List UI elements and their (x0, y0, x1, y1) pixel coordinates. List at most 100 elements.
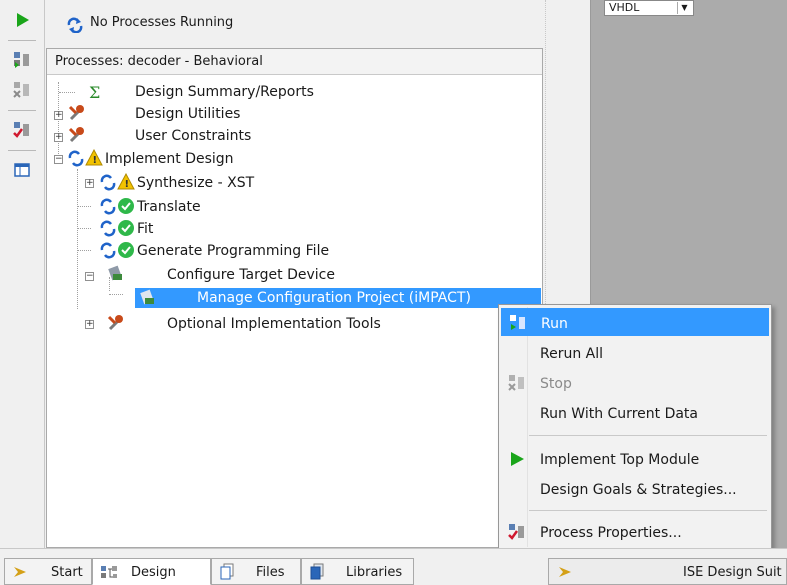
run-process-icon (510, 315, 525, 330)
tab-start[interactable]: Start (4, 558, 92, 585)
panel-tabs: Start Design Files Libraries ISE Design … (0, 548, 787, 585)
menu-item-label: Run With Current Data (540, 406, 698, 422)
device-icon (108, 265, 122, 281)
process-status-bar: No Processes Running (46, 8, 543, 40)
refresh-icon (100, 174, 116, 191)
tab-label: Design (131, 565, 176, 580)
refresh-icon (100, 220, 116, 237)
stop-process-icon (508, 375, 524, 391)
refresh-icon (68, 150, 84, 167)
processes-panel: Processes: decoder - Behavioral Σ Design… (46, 48, 543, 548)
svg-text:!: ! (125, 179, 130, 190)
menu-item-label: Design Goals & Strategies... (540, 482, 737, 498)
tree-item-fit[interactable]: Fit (47, 219, 537, 239)
tree-item-label: Implement Design (105, 151, 234, 167)
stop-process-icon[interactable] (10, 78, 34, 102)
expand-icon[interactable]: + (54, 133, 63, 142)
tree-item-manage-configuration-project[interactable]: Manage Configuration Project (iMPACT) (47, 288, 542, 308)
tree-item-user-constraints[interactable]: + User Constraints (47, 126, 537, 146)
tree-item-label: Design Summary/Reports (135, 84, 314, 100)
language-select[interactable]: VHDL ▼ (604, 0, 694, 16)
toolbar-separator (8, 40, 36, 41)
tree-item-implement-design[interactable]: − ! Implement Design (47, 149, 537, 169)
warning-icon: ! (117, 173, 135, 190)
tree-item-synthesize[interactable]: + ! Synthesize - XST (47, 173, 537, 193)
menu-item-label: Process Properties... (540, 525, 682, 541)
tab-libraries[interactable]: Libraries (301, 558, 414, 585)
tree-item-label: Optional Implementation Tools (167, 316, 381, 332)
expand-icon[interactable]: + (85, 320, 94, 329)
panel-title: Processes: decoder - Behavioral (47, 49, 542, 75)
menu-separator (529, 510, 767, 511)
svg-text:Σ: Σ (89, 83, 100, 101)
view-panel-icon[interactable] (10, 158, 34, 182)
menu-item-label: Run (541, 316, 568, 332)
run-play-icon[interactable] (10, 8, 34, 32)
warning-icon: ! (85, 149, 103, 166)
tab-design[interactable]: Design (92, 558, 211, 585)
menu-item-label: Rerun All (540, 346, 604, 362)
context-menu: Run Rerun All Stop Run With Current Data… (498, 304, 772, 550)
tree-item-design-utilities[interactable]: + Design Utilities (47, 104, 537, 124)
tree-item-configure-target-device[interactable]: − Configure Target Device (47, 265, 537, 285)
expand-icon[interactable]: + (85, 179, 94, 188)
menu-item-label: Implement Top Module (540, 452, 700, 468)
check-icon (118, 198, 134, 214)
menu-item-label: Stop (540, 376, 572, 392)
chevron-down-icon[interactable]: ▼ (677, 2, 691, 14)
expand-icon[interactable]: + (54, 111, 63, 120)
tree-item-label: Configure Target Device (167, 267, 335, 283)
refresh-icon (67, 17, 83, 33)
language-value: VHDL (609, 1, 640, 14)
tab-label: ISE Design Suit (683, 565, 782, 580)
tree-item-design-summary[interactable]: Σ Design Summary/Reports (47, 82, 537, 102)
tools-icon (68, 127, 84, 143)
tree-item-label: Fit (137, 221, 154, 237)
tree-item-label: Manage Configuration Project (iMPACT) (197, 290, 471, 306)
toolbar-separator (8, 110, 36, 111)
start-arrow-icon (14, 567, 26, 577)
menu-item-run[interactable]: Run (501, 308, 769, 336)
play-icon (511, 452, 524, 466)
sigma-icon: Σ (89, 83, 100, 101)
menu-item-rerun-all[interactable]: Rerun All (501, 339, 769, 367)
toolbar-separator (8, 150, 36, 151)
tree-item-optional-implementation-tools[interactable]: + Optional Implementation Tools (47, 314, 537, 334)
tab-label: Files (256, 565, 285, 580)
tree-item-label: Design Utilities (135, 106, 241, 122)
collapse-icon[interactable]: − (85, 272, 94, 281)
tree-item-translate[interactable]: Translate (47, 197, 537, 217)
tab-label: Start (51, 565, 83, 580)
process-properties-icon (508, 524, 524, 540)
menu-item-process-properties[interactable]: Process Properties... (501, 518, 769, 546)
refresh-icon (100, 198, 116, 215)
tree-item-generate-programming-file[interactable]: Generate Programming File (47, 241, 537, 261)
tools-icon (68, 105, 84, 121)
tools-icon (107, 315, 123, 331)
run-process-icon[interactable] (10, 48, 34, 72)
tree-item-label: Synthesize - XST (137, 175, 255, 191)
tab-label: Libraries (346, 565, 403, 580)
tab-files[interactable]: Files (211, 558, 301, 585)
tree-item-label: Translate (137, 199, 201, 215)
check-icon (118, 242, 134, 258)
refresh-icon (100, 242, 116, 259)
menu-item-implement-top-module[interactable]: Implement Top Module (501, 445, 769, 473)
design-hierarchy-icon (101, 566, 117, 578)
start-arrow-icon (559, 567, 571, 577)
tab-ise-design-suite[interactable]: ISE Design Suit (548, 558, 787, 585)
check-icon (118, 220, 134, 236)
files-icon (220, 563, 234, 580)
tree-item-label: Generate Programming File (137, 243, 330, 259)
tree-item-label: User Constraints (135, 128, 252, 144)
menu-separator (529, 435, 767, 436)
device-icon (140, 289, 154, 305)
menu-item-stop: Stop (501, 369, 769, 397)
status-text: No Processes Running (90, 15, 234, 30)
process-properties-icon[interactable] (10, 118, 34, 142)
menu-item-design-goals[interactable]: Design Goals & Strategies... (501, 475, 769, 503)
process-toolbar (0, 0, 45, 548)
svg-text:!: ! (93, 155, 98, 166)
menu-item-run-with-current-data[interactable]: Run With Current Data (501, 399, 769, 427)
collapse-icon[interactable]: − (54, 155, 63, 164)
